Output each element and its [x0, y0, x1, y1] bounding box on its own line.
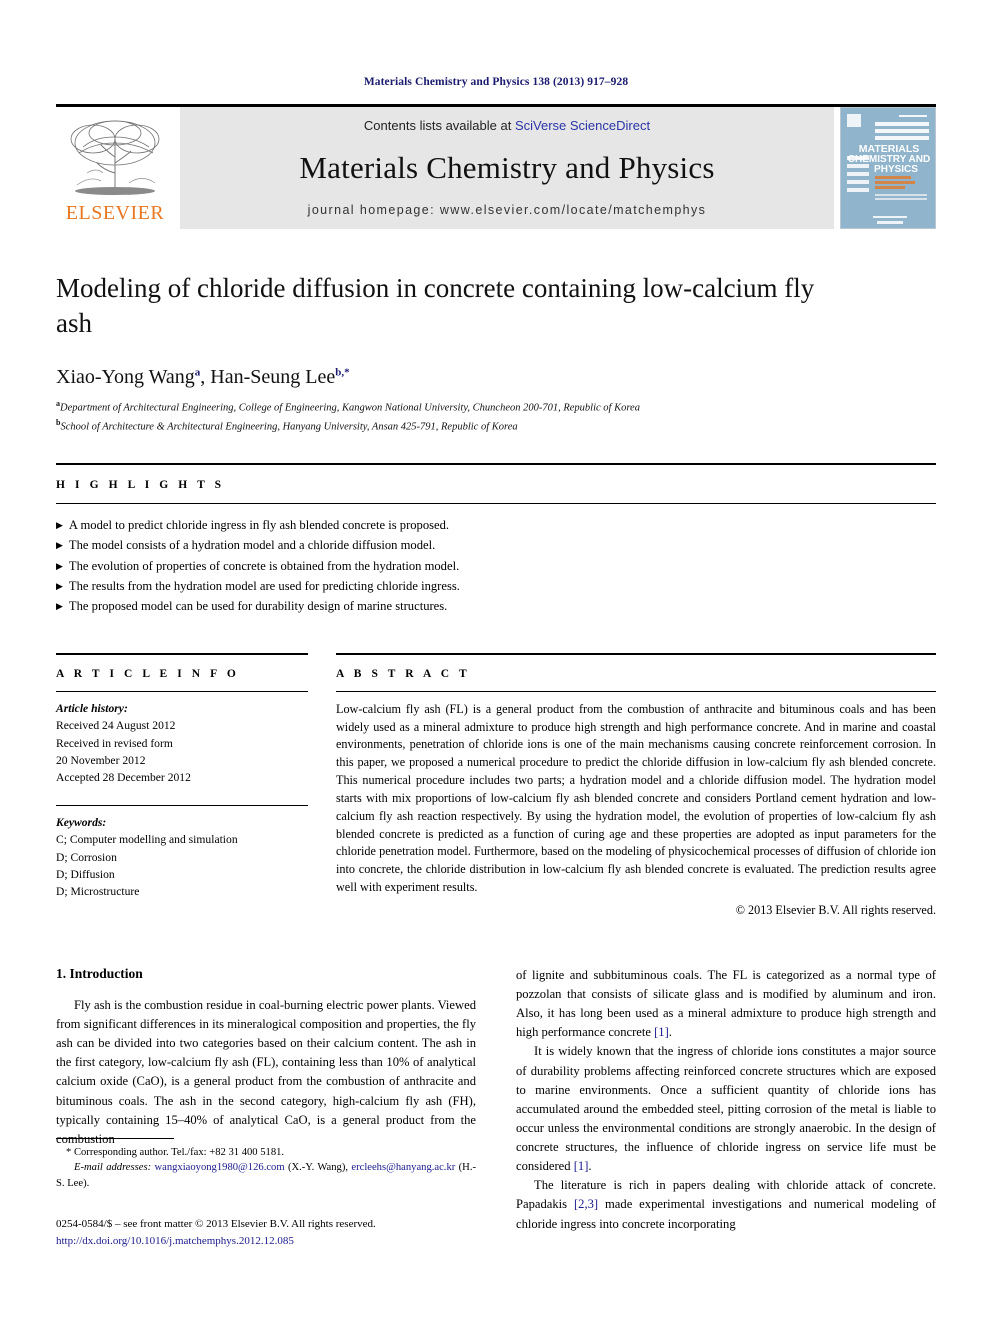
author-affiliation-marker: a [194, 366, 201, 379]
email-link[interactable]: wangxiaoyong1980@126.com [154, 1162, 284, 1173]
email-label: E-mail addresses: [74, 1162, 152, 1174]
body-column-left: 1. Introduction Fly ash is the combustio… [56, 966, 476, 1234]
paragraph-text: of lignite and subbituminous coals. The … [516, 967, 936, 1040]
corresponding-author-note: * Corresponding author. Tel./fax: +82 31… [66, 1147, 285, 1158]
svg-text:PHYSICS: PHYSICS [874, 164, 918, 175]
divider [56, 502, 936, 504]
abstract-copyright: © 2013 Elsevier B.V. All rights reserved… [735, 902, 936, 917]
triangle-bullet-icon: ▶ [56, 560, 63, 571]
list-item: ▶ The model consists of a hydration model… [56, 535, 936, 555]
body-columns: 1. Introduction Fly ash is the combustio… [56, 966, 936, 1234]
highlight-text: The results from the hydration model are… [68, 579, 460, 594]
column-gap [476, 966, 516, 1234]
keyword-item: D; Corrosion [56, 850, 117, 864]
paragraph: It is widely known that the ingress of c… [516, 1042, 936, 1176]
triangle-bullet-icon: ▶ [56, 519, 63, 530]
article-info-heading: A R T I C L E I N F O [56, 667, 240, 680]
doi-link[interactable]: http://dx.doi.org/10.1016/j.matchemphys.… [56, 1233, 516, 1250]
list-item: ▶ A model to predict chloride ingress in … [56, 515, 936, 535]
front-matter-line: 0254-0584/$ – see front matter © 2013 El… [56, 1218, 376, 1230]
journal-masthead: ELSEVIER Contents lists available at Sci… [56, 104, 936, 229]
masthead-center: Contents lists available at SciVerse Sci… [180, 107, 834, 229]
article-info-column: A R T I C L E I N F O Article history: R… [56, 652, 308, 918]
paragraph-text: It is widely known that the ingress of c… [516, 1044, 936, 1174]
highlights-heading: H I G H L I G H T S [56, 478, 225, 491]
triangle-bullet-icon: ▶ [56, 540, 63, 551]
body-column-right: of lignite and subbituminous coals. The … [516, 966, 936, 1234]
article-history-item: 20 November 2012 [56, 754, 146, 768]
paragraph: of lignite and subbituminous coals. The … [516, 966, 936, 1043]
highlight-text: The model consists of a hydration model … [68, 538, 436, 553]
keywords-label: Keywords: [56, 815, 107, 829]
highlights-section: H I G H L I G H T S ▶ A model to predict … [56, 462, 936, 617]
article-history-item: Accepted 28 December 2012 [56, 771, 191, 785]
triangle-bullet-icon: ▶ [56, 581, 63, 592]
list-item: ▶ The evolution of properties of concrete… [56, 556, 936, 576]
highlight-text: The evolution of properties of concrete … [68, 558, 460, 573]
triangle-bullet-icon: ▶ [56, 601, 63, 612]
affiliations: aDepartment of Architectural Engineering… [56, 398, 936, 435]
journal-title: Materials Chemistry and Physics [299, 150, 715, 185]
affiliation-text: Department of Architectural Engineering,… [60, 402, 640, 414]
divider [336, 690, 936, 692]
footnote-area: * Corresponding author. Tel./fax: +82 31… [56, 1138, 476, 1191]
paragraph: Fly ash is the combustion residue in coa… [56, 997, 476, 1146]
list-item: ▶ The results from the hydration model ar… [56, 576, 936, 596]
elsevier-logo: ELSEVIER [56, 107, 174, 229]
paragraph-text: . [668, 1025, 672, 1040]
citation-ref[interactable]: [1] [574, 1159, 589, 1173]
journal-homepage-link[interactable]: journal homepage: www.elsevier.com/locat… [308, 203, 707, 217]
elsevier-tree-icon [63, 113, 167, 205]
article-history: Article history: Received 24 August 2012… [56, 700, 308, 787]
divider [56, 690, 308, 692]
abstract-text: Low-calcium fly ash (FL) is a general pr… [336, 701, 936, 894]
running-head: Materials Chemistry and Physics 138 (201… [363, 76, 629, 88]
affiliation-item: aDepartment of Architectural Engineering… [56, 398, 936, 416]
keywords-list: Keywords: C; Computer modelling and simu… [56, 814, 308, 901]
author-list: Xiao-Yong Wanga, Han-Seung Leeb,* [56, 366, 350, 389]
keyword-item: D; Diffusion [56, 867, 115, 881]
page-title: Modeling of chloride diffusion in concre… [56, 273, 815, 338]
paragraph: The literature is rich in papers dealing… [516, 1176, 936, 1233]
journal-cover-thumbnail: MATERIALS CHEMISTRY AND PHYSICS [840, 107, 936, 229]
email-addresses-note: E-mail addresses: wangxiaoyong1980@126.c… [56, 1162, 476, 1189]
email-link[interactable]: ercleehs@hanyang.ac.kr [351, 1162, 455, 1173]
list-item: ▶ The proposed model can be used for dura… [56, 596, 936, 616]
divider [56, 804, 308, 806]
citation-ref[interactable]: [1] [654, 1025, 669, 1039]
abstract-heading: A B S T R A C T [336, 667, 471, 680]
affiliation-item: bSchool of Architecture & Architectural … [56, 417, 936, 435]
highlights-list: ▶ A model to predict chloride ingress in … [56, 515, 936, 617]
issn-and-doi-block: 0254-0584/$ – see front matter © 2013 El… [56, 1216, 516, 1249]
section-heading-introduction: 1. Introduction [56, 965, 143, 981]
contents-prefix: Contents lists available at [363, 118, 515, 133]
title-block: Modeling of chloride diffusion in concre… [56, 271, 936, 435]
paragraph-text: . [588, 1159, 592, 1174]
article-history-item: Received 24 August 2012 [56, 719, 176, 733]
article-history-item: Received in revised form [56, 736, 173, 750]
contents-available-line: Contents lists available at SciVerse Sci… [364, 118, 650, 133]
sciencedirect-link[interactable]: SciVerse ScienceDirect [515, 118, 650, 133]
affiliation-text: School of Architecture & Architectural E… [60, 421, 518, 432]
keyword-item: D; Microstructure [56, 885, 140, 899]
journal-article-page: Materials Chemistry and Physics 138 (201… [0, 0, 992, 1323]
citation-ref[interactable]: [2,3] [574, 1197, 598, 1211]
abstract-column: A B S T R A C T Low-calcium fly ash (FL)… [336, 652, 936, 918]
info-and-abstract: A R T I C L E I N F O Article history: R… [56, 652, 936, 918]
article-history-label: Article history: [56, 701, 128, 715]
column-gap [308, 653, 336, 918]
author-affiliation-marker: b,* [335, 366, 350, 379]
email-owner: (X.-Y. Wang) [287, 1162, 346, 1174]
highlight-text: A model to predict chloride ingress in f… [68, 517, 450, 532]
footnote-divider [56, 1138, 174, 1139]
highlight-text: The proposed model can be used for durab… [68, 599, 448, 614]
author-name: Han-Seung Lee [210, 366, 336, 389]
author-name: Xiao-Yong Wang [56, 366, 195, 389]
elsevier-wordmark: ELSEVIER [65, 202, 165, 224]
keyword-item: C; Computer modelling and simulation [56, 833, 238, 847]
